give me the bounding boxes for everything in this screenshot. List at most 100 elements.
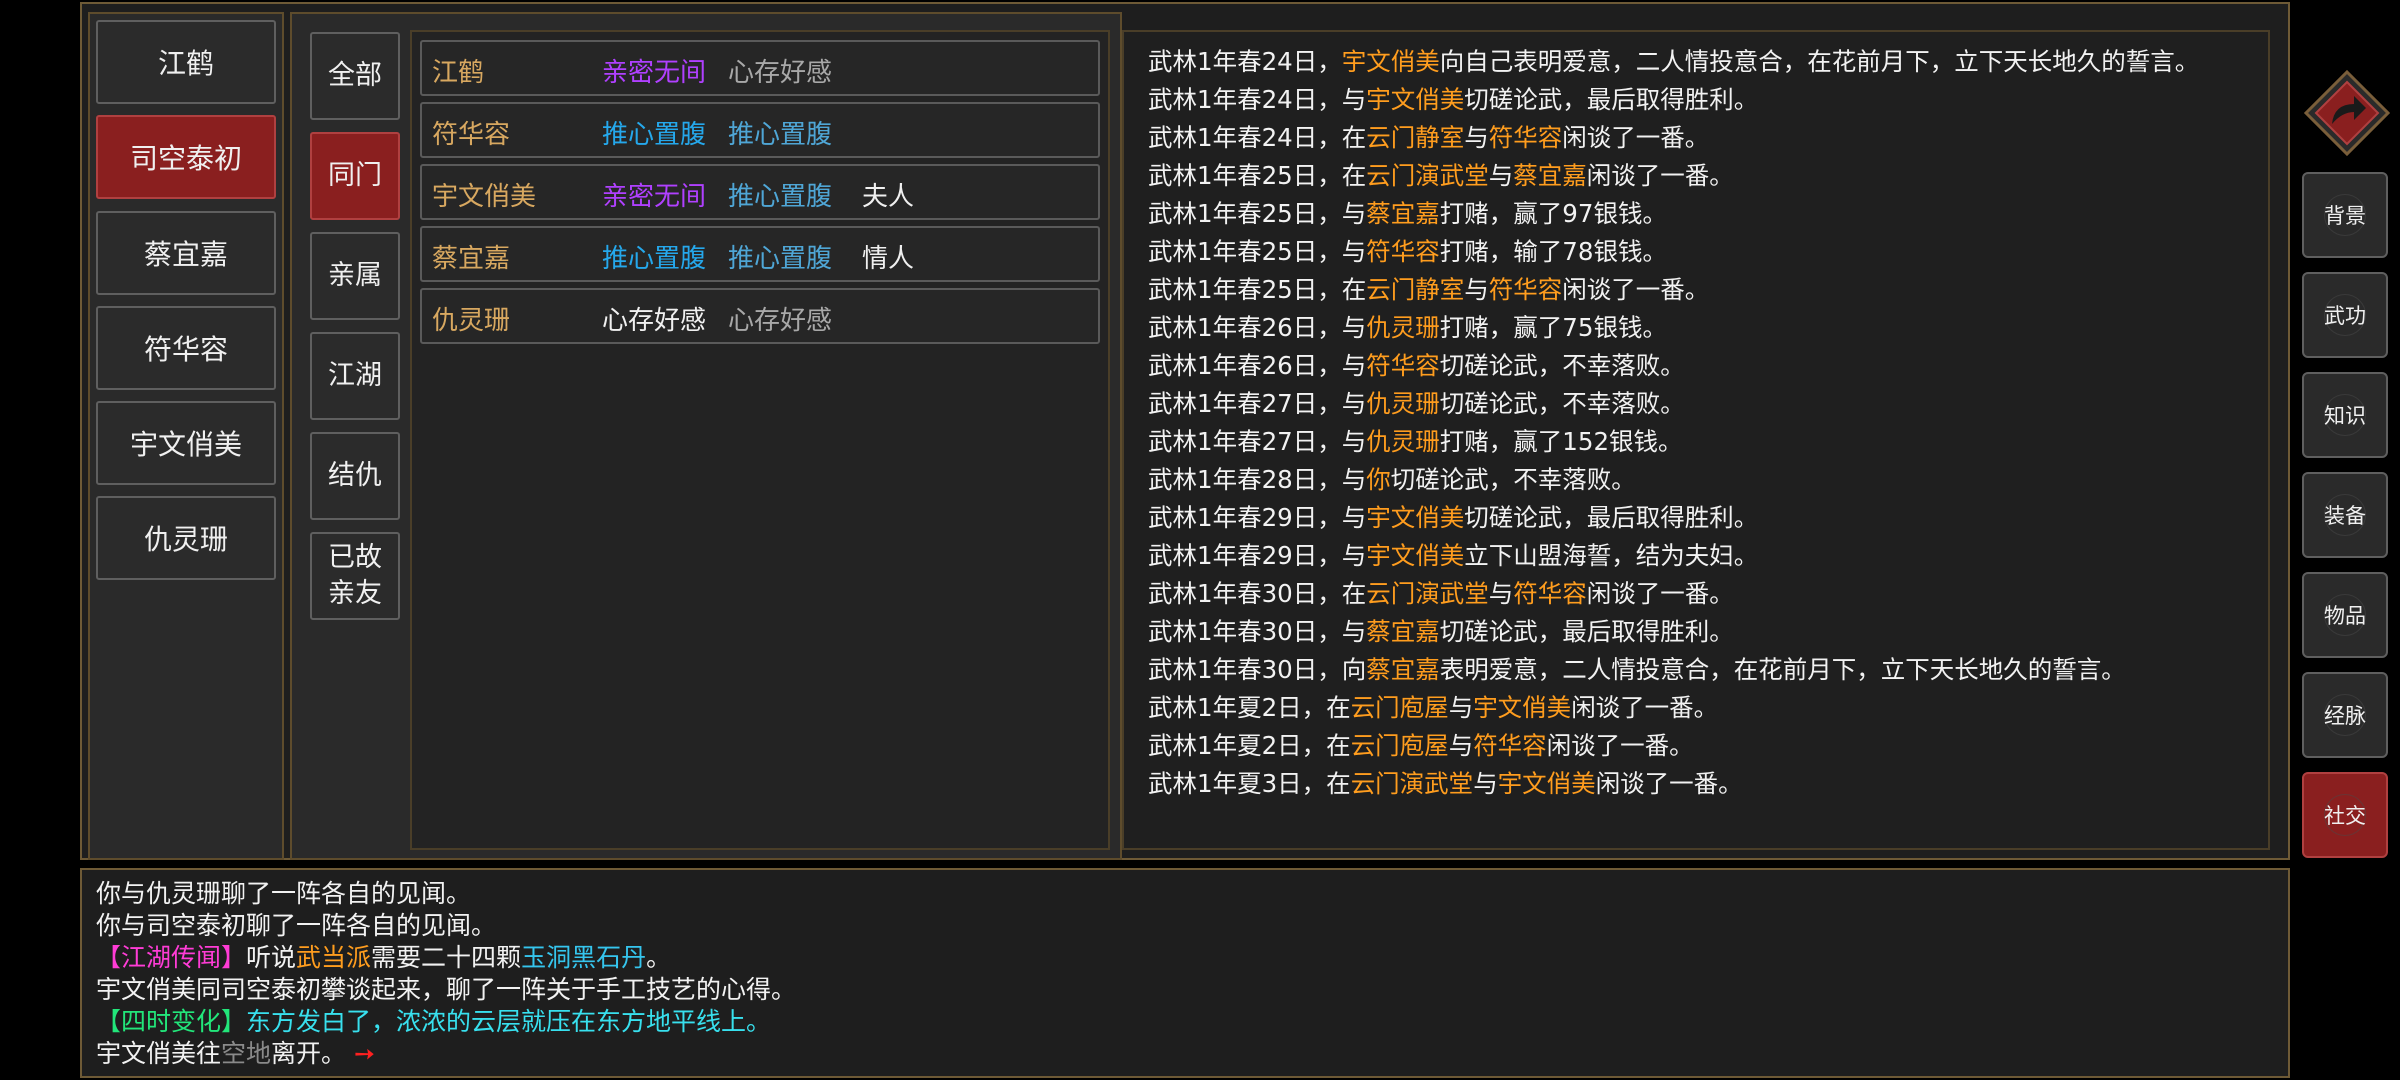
message-segment: 你与司空泰初聊了一阵各自的见闻。 (96, 911, 497, 940)
log-entry: 武林1年春24日，宇文俏美向自己表明爱意，二人情投意合，在花前月下，立下天长地久… (1148, 46, 2248, 77)
log-text: 切磋论武，不幸落败。 (1390, 465, 1636, 494)
message-segment: 空地 (221, 1039, 272, 1068)
relationship-role: 情人 (862, 244, 915, 274)
log-highlight: 蔡宜嘉 (1366, 199, 1440, 228)
log-highlight: 符华容 (1513, 579, 1587, 608)
relationship-status-2: 心存好感 (728, 58, 833, 88)
log-text: 切磋论武，不幸落败。 (1439, 351, 1685, 380)
log-text: 与 (1464, 275, 1489, 304)
log-entry: 武林1年春30日，向蔡宜嘉表明爱意，二人情投意合，在花前月下，立下天长地久的誓言… (1148, 654, 2248, 685)
tab-enemies[interactable]: 结仇 (310, 432, 400, 520)
tab-same-sect[interactable]: 同门 (310, 132, 400, 220)
message-segment: 宇文俏美往 (96, 1039, 222, 1068)
log-text: 武林1年春28日，与 (1148, 465, 1367, 494)
side-menu-knowledge-button[interactable]: 知识 (2302, 372, 2388, 458)
tab-all[interactable]: 全部 (310, 32, 400, 120)
log-entry: 武林1年春27日，与仇灵珊切磋论武，不幸落败。 (1148, 388, 2248, 419)
side-menu-martial-arts-button[interactable]: 武功 (2302, 272, 2388, 358)
log-text: 武林1年春24日，在 (1148, 123, 1367, 152)
event-log-panel[interactable]: 武林1年春24日，宇文俏美向自己表明爱意，二人情投意合，在花前月下，立下天长地久… (1122, 30, 2270, 850)
message-segment: 【江湖传闻】 (96, 943, 247, 972)
relationship-row[interactable]: 江鹤 亲密无间 心存好感 (420, 40, 1100, 96)
log-text: 武林1年春26日，与 (1148, 351, 1367, 380)
log-highlight: 云门演武堂 (1350, 769, 1474, 798)
log-entry: 武林1年春24日，在云门静室与符华容闲谈了一番。 (1148, 122, 2248, 153)
log-text: 武林1年春25日，在 (1148, 275, 1367, 304)
log-text: 与 (1473, 769, 1498, 798)
message-segment: 武当派 (296, 943, 372, 972)
log-entry: 武林1年夏2日，在云门庖屋与宇文俏美闲谈了一番。 (1148, 692, 2248, 723)
log-highlight: 符华容 (1366, 237, 1440, 266)
log-highlight: 蔡宜嘉 (1366, 655, 1440, 684)
log-highlight: 宇文俏美 (1366, 85, 1465, 114)
log-text: 武林1年春29日，与 (1148, 503, 1367, 532)
log-text: 武林1年夏2日，在 (1148, 731, 1351, 760)
log-text: 武林1年夏2日，在 (1148, 693, 1351, 722)
log-highlight: 云门演武堂 (1366, 579, 1489, 608)
log-text: 与 (1448, 731, 1474, 760)
side-menu-items-button[interactable]: 物品 (2302, 572, 2388, 658)
tab-jianghu[interactable]: 江湖 (310, 332, 400, 420)
log-text: 武林1年春30日，向 (1148, 655, 1367, 684)
message-line: 宇文俏美往空地离开。 ➙ (96, 1038, 796, 1070)
character-button-3[interactable]: 符华容 (96, 306, 276, 390)
log-highlight: 宇文俏美 (1366, 541, 1465, 570)
relationship-status-2: 心存好感 (728, 306, 833, 336)
log-text: 闲谈了一番。 (1562, 123, 1710, 152)
relationship-row[interactable]: 仇灵珊 心存好感 心存好感 (420, 288, 1100, 344)
relationship-status-1: 推心置腹 (602, 120, 707, 150)
log-highlight: 云门静室 (1366, 275, 1465, 304)
relationship-name: 蔡宜嘉 (432, 244, 511, 274)
log-text: 表明爱意，二人情投意合，在花前月下，立下天长地久的誓言。 (1439, 655, 2126, 684)
log-entry: 武林1年春25日，与蔡宜嘉打赌，赢了97银钱。 (1148, 198, 2248, 229)
log-text: 闲谈了一番。 (1586, 161, 1734, 190)
log-text: 武林1年春26日，与 (1148, 313, 1367, 342)
relationship-status-2: 推心置腹 (728, 120, 833, 150)
log-text: 闲谈了一番。 (1562, 275, 1710, 304)
log-text: 武林1年春30日，在 (1148, 579, 1367, 608)
return-arrow-icon[interactable] (2302, 68, 2392, 158)
character-button-0[interactable]: 江鹤 (96, 20, 276, 104)
message-segment: 听说 (246, 943, 297, 972)
relationship-name: 江鹤 (432, 58, 485, 88)
character-button-4[interactable]: 宇文俏美 (96, 401, 276, 485)
message-line: 你与司空泰初聊了一阵各自的见闻。 (96, 910, 796, 942)
side-menu-meridians-button[interactable]: 经脉 (2302, 672, 2388, 758)
log-highlight: 宇文俏美 (1473, 693, 1572, 722)
side-menu-background-button[interactable]: 背景 (2302, 172, 2388, 258)
log-text: 武林1年春27日，与 (1148, 389, 1367, 418)
relationship-status-2: 推心置腹 (728, 182, 833, 212)
message-segment: 【四时变化】 (96, 1007, 247, 1036)
relationship-row[interactable]: 蔡宜嘉 推心置腹 推心置腹 情人 (420, 226, 1100, 282)
log-entry: 武林1年春28日，与你切磋论武，不幸落败。 (1148, 464, 2248, 495)
side-menu-social-button[interactable]: 社交 (2302, 772, 2388, 858)
relationship-row[interactable]: 宇文俏美 亲密无间 推心置腹 夫人 (420, 164, 1100, 220)
log-highlight: 宇文俏美 (1366, 503, 1465, 532)
relationship-row[interactable]: 符华容 推心置腹 推心置腹 (420, 102, 1100, 158)
log-entry: 武林1年夏2日，在云门庖屋与符华容闲谈了一番。 (1148, 730, 2248, 761)
side-menu-label: 知识 (2324, 404, 2366, 428)
log-entry: 武林1年春24日，与宇文俏美切磋论武，最后取得胜利。 (1148, 84, 2248, 115)
relationship-name: 仇灵珊 (432, 306, 511, 336)
log-entry: 武林1年春29日，与宇文俏美切磋论武，最后取得胜利。 (1148, 502, 2248, 533)
log-highlight: 仇灵珊 (1366, 427, 1440, 456)
side-menu-equipment-button[interactable]: 装备 (2302, 472, 2388, 558)
log-entry: 武林1年春30日，与蔡宜嘉切磋论武，最后取得胜利。 (1148, 616, 2248, 647)
log-entry: 武林1年春30日，在云门演武堂与符华容闲谈了一番。 (1148, 578, 2248, 609)
log-text: 武林1年夏3日，在 (1148, 769, 1351, 798)
log-entry: 武林1年春25日，在云门静室与符华容闲谈了一番。 (1148, 274, 2248, 305)
message-segment: 。 (646, 943, 672, 972)
character-button-2[interactable]: 蔡宜嘉 (96, 211, 276, 295)
log-entry: 武林1年春25日，在云门演武堂与蔡宜嘉闲谈了一番。 (1148, 160, 2248, 191)
tab-family[interactable]: 亲属 (310, 232, 400, 320)
tab-deceased[interactable]: 已故 亲友 (310, 532, 400, 620)
log-text: 闲谈了一番。 (1546, 731, 1694, 760)
relationship-status-1: 亲密无间 (602, 58, 707, 88)
character-button-1[interactable]: 司空泰初 (96, 115, 276, 199)
character-button-5[interactable]: 仇灵珊 (96, 496, 276, 580)
side-menu-label: 社交 (2324, 804, 2366, 828)
log-text: 闲谈了一番。 (1586, 579, 1734, 608)
message-segment: ➙ (346, 1039, 375, 1068)
log-entry: 武林1年春29日，与宇文俏美立下山盟海誓，结为夫妇。 (1148, 540, 2248, 571)
log-highlight: 蔡宜嘉 (1513, 161, 1587, 190)
